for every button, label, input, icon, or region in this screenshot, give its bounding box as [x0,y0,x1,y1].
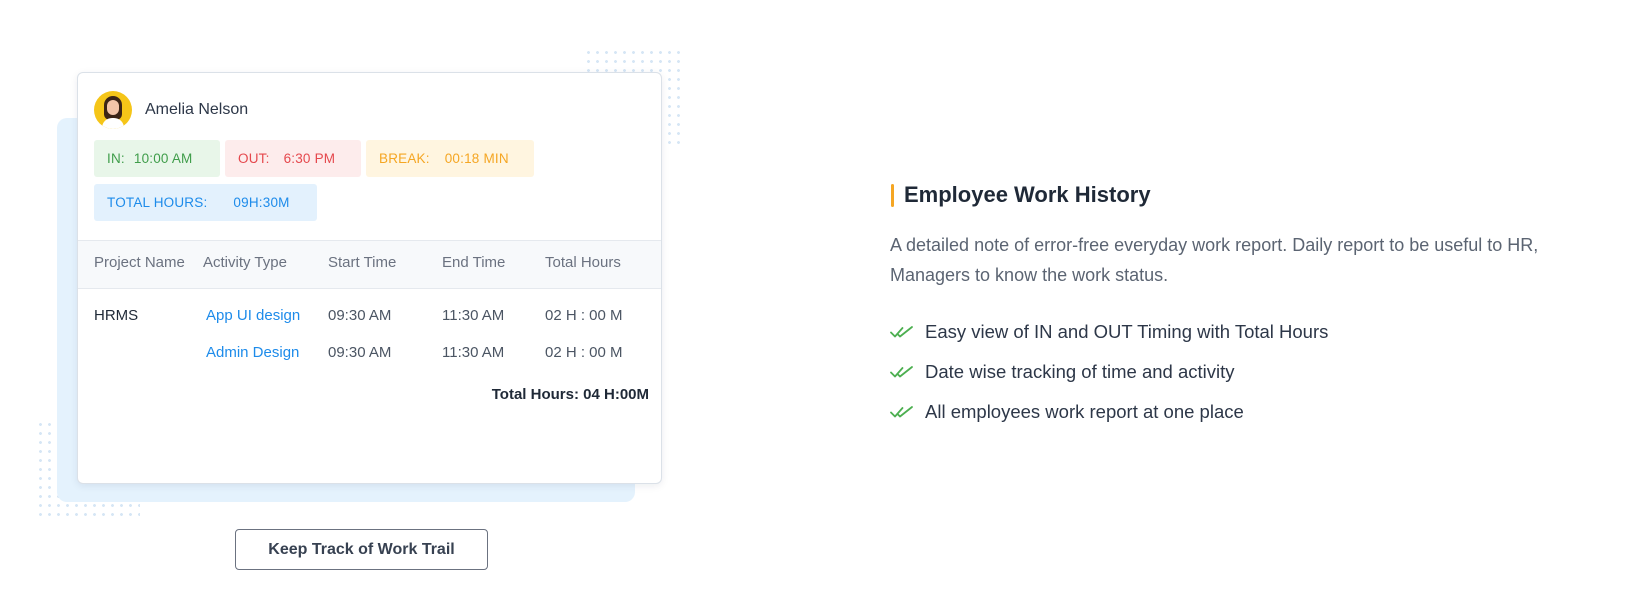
feature-text: Date wise tracking of time and activity [925,361,1235,382]
row2-activity-link[interactable]: Admin Design [206,344,299,361]
header-activity-type: Activity Type [203,254,287,271]
feature-item: Date wise tracking of time and activity [890,352,1590,392]
double-check-icon [890,366,913,378]
in-label: IN: [107,151,125,166]
row2-end: 11:30 AM [442,344,505,361]
row1-end: 11:30 AM [442,307,505,324]
table-total-hours: Total Hours: 04 H:00M [491,386,649,403]
feature-text: All employees work report at one place [925,401,1244,422]
header-end-time: End Time [442,254,506,271]
section-title: Employee Work History [890,182,1590,208]
in-value: 10:00 AM [133,151,193,166]
feature-list: Easy view of IN and OUT Timing with Tota… [890,312,1590,432]
feature-item: Easy view of IN and OUT Timing with Tota… [890,312,1590,352]
feature-text: Easy view of IN and OUT Timing with Tota… [925,321,1329,342]
feature-item: All employees work report at one place [890,392,1590,432]
employee-info: Amelia Nelson [94,91,248,129]
work-history-card: Amelia Nelson IN: 10:00 AM OUT: 6:30 PM … [77,72,662,484]
out-time-chip: OUT: 6:30 PM [225,140,361,177]
break-time-chip: BREAK: 00:18 MIN [366,140,534,177]
total-hours-value: 09H:30M [233,195,290,210]
out-label: OUT: [238,151,270,166]
section-title-text: Employee Work History [904,182,1151,207]
header-total-hours: Total Hours [545,254,621,271]
break-value: 00:18 MIN [444,151,509,166]
avatar [94,91,132,129]
row2-total: 02 H : 00 M [545,344,623,361]
row1-project: HRMS [94,307,139,324]
employee-name: Amelia Nelson [145,101,249,118]
double-check-icon [890,406,913,418]
break-label: BREAK: [379,151,430,166]
double-check-icon [890,326,913,338]
row1-start: 09:30 AM [328,307,392,324]
row1-activity-link[interactable]: App UI design [206,307,300,324]
in-time-chip: IN: 10:00 AM [94,140,220,177]
total-hours-label: TOTAL HOURS: [107,195,208,210]
out-value: 6:30 PM [283,151,336,166]
feature-section: Employee Work History A detailed note of… [890,182,1590,432]
header-start-time: Start Time [328,254,397,271]
keep-track-button[interactable]: Keep Track of Work Trail [235,529,488,570]
section-description: A detailed note of error-free everyday w… [890,235,1539,285]
accent-bar [891,184,894,207]
row1-total: 02 H : 00 M [545,307,623,324]
row2-start: 09:30 AM [328,344,392,361]
header-project-name: Project Name [94,254,185,271]
total-hours-chip: TOTAL HOURS: 09H:30M [94,184,317,221]
